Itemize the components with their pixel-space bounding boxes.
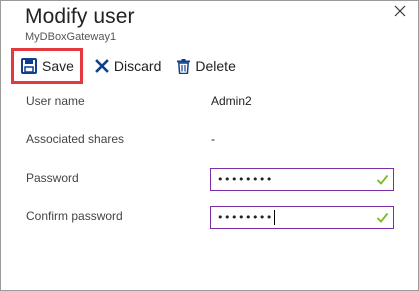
associated-shares-value: -: [211, 132, 215, 146]
save-icon: [21, 58, 37, 74]
delete-icon: [177, 58, 191, 74]
page-title: Modify user: [25, 5, 135, 28]
close-button[interactable]: [392, 3, 408, 19]
password-field[interactable]: ••••••••: [210, 168, 394, 191]
confirm-password-label: Confirm password: [26, 209, 123, 223]
save-button[interactable]: Save: [11, 48, 83, 84]
password-value: ••••••••: [217, 173, 273, 186]
password-label: Password: [26, 171, 79, 185]
discard-button[interactable]: Discard: [91, 49, 171, 83]
user-name-label: User name: [26, 94, 85, 108]
associated-shares-label: Associated shares: [26, 132, 125, 146]
delete-label: Delete: [195, 58, 236, 74]
discard-icon: [95, 59, 109, 73]
checkmark-icon: [376, 174, 389, 185]
close-icon: [394, 5, 406, 17]
delete-button[interactable]: Delete: [171, 49, 241, 83]
page-subtitle: MyDBoxGateway1: [25, 31, 117, 43]
user-name-value: Admin2: [211, 94, 252, 108]
text-caret: [273, 210, 275, 225]
save-label: Save: [42, 58, 74, 74]
checkmark-icon: [376, 212, 389, 223]
confirm-password-value: ••••••••: [217, 211, 273, 224]
toolbar: Save Discard Delete: [11, 48, 242, 84]
discard-label: Discard: [113, 58, 162, 74]
confirm-password-field[interactable]: ••••••••: [210, 206, 394, 229]
modify-user-panel: Modify user MyDBoxGateway1 Save Discard …: [0, 0, 419, 291]
